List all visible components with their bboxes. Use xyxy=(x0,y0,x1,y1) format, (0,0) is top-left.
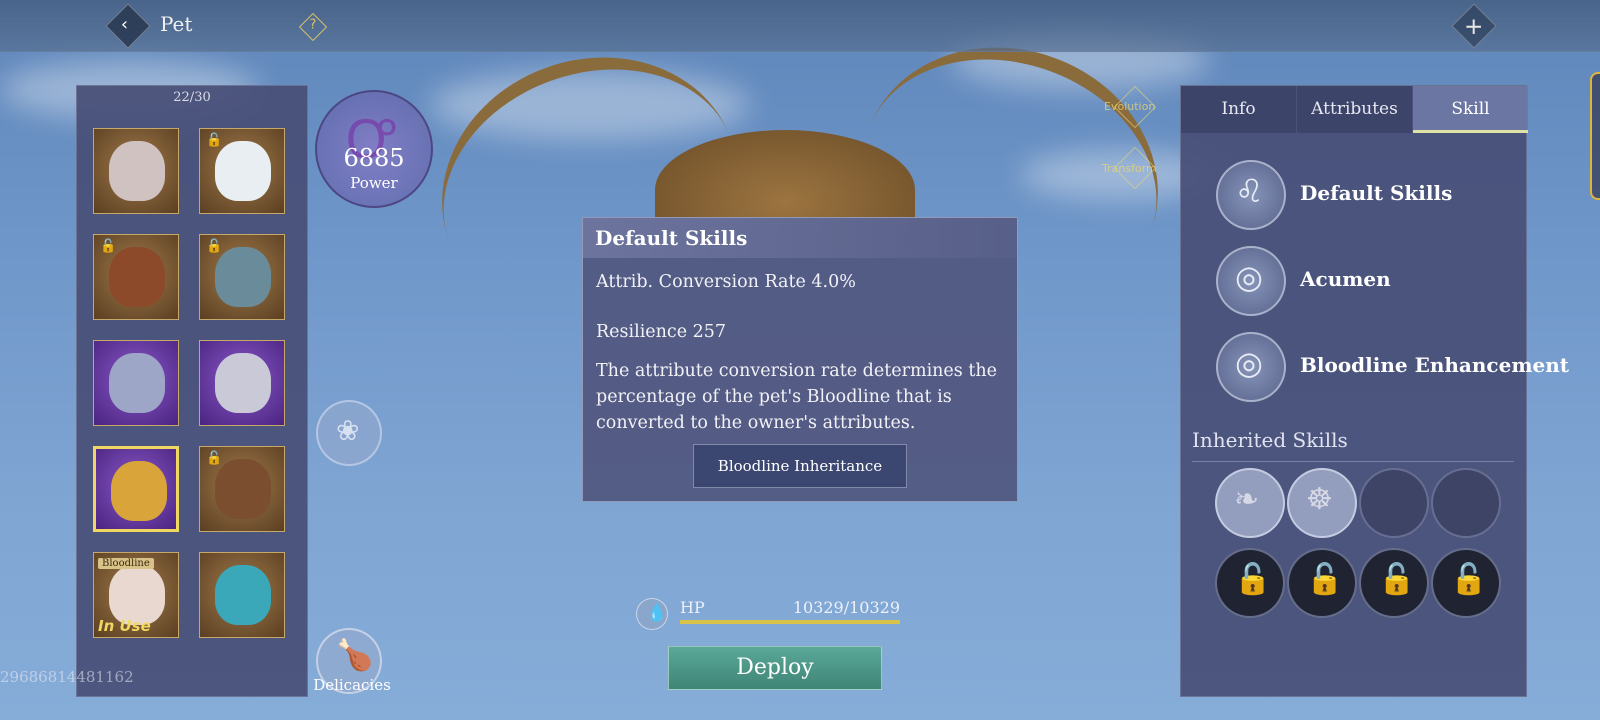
tab-skill[interactable]: Skill xyxy=(1413,86,1528,133)
power-emblem: Ꝍ 6885 Power xyxy=(315,90,433,208)
skill-icon: ♌ xyxy=(1216,160,1286,230)
flower-icon: ❀ xyxy=(336,414,360,447)
resilience: Resilience 257 xyxy=(596,322,727,342)
side-drawer-handle[interactable] xyxy=(1590,72,1600,200)
skill-panel: Info Attributes Skill ♌ Default Skills ◎ Acum… xyxy=(1180,85,1569,697)
inherited-skill-icon: ❧ xyxy=(1234,482,1260,517)
close-button[interactable]: ✕ xyxy=(1451,3,1497,49)
back-icon: ‹ xyxy=(120,14,129,36)
skill-row[interactable]: ◎ Bloodline Enhancement xyxy=(1216,332,1569,404)
skill-row[interactable]: ◎ Acumen xyxy=(1216,246,1526,318)
skill-icon: ◎ xyxy=(1216,332,1286,402)
lock-icon: 🔓 xyxy=(100,239,117,254)
pet-portrait xyxy=(215,353,271,413)
food-icon: 🍗 xyxy=(336,638,374,673)
pet-portrait xyxy=(215,459,271,519)
inherited-skill-slot[interactable] xyxy=(1359,468,1429,538)
pet-portrait xyxy=(215,141,271,201)
in-use-tag: In Use xyxy=(98,617,151,635)
lock-icon: 🔓 xyxy=(1450,562,1488,597)
skill-glyph-icon: ◎ xyxy=(1235,344,1263,382)
user-id: 29686814481162 xyxy=(0,668,134,686)
inherited-skills-title: Inherited Skills xyxy=(1192,428,1348,452)
pet-slot[interactable] xyxy=(93,340,179,426)
pet-slot[interactable]: 🔓 xyxy=(199,446,285,532)
power-label: Power xyxy=(350,174,398,192)
skill-glyph-icon: ◎ xyxy=(1235,258,1263,296)
spirit-orb-button[interactable]: ❀ xyxy=(316,400,382,466)
pet-slot[interactable] xyxy=(93,446,179,532)
skill-tooltip: Default Skills Attrib. Conversion Rate 4… xyxy=(582,217,1018,502)
pet-portrait xyxy=(109,141,165,201)
inherited-skill-slot[interactable] xyxy=(1431,468,1501,538)
pet-slot[interactable] xyxy=(199,552,285,638)
hp-bar xyxy=(680,620,900,624)
skill-glyph-icon: ♌ xyxy=(1235,172,1264,210)
pet-slot[interactable]: 🔓 xyxy=(93,234,179,320)
inherited-skill-slot[interactable]: 🔓 xyxy=(1215,548,1285,618)
divider xyxy=(1192,461,1514,462)
tab-attributes[interactable]: Attributes xyxy=(1297,86,1412,133)
hp-bar-fill xyxy=(680,620,900,624)
skill-row[interactable]: ♌ Default Skills xyxy=(1216,160,1526,232)
tooltip-description: The attribute conversion rate determines… xyxy=(596,361,997,433)
inherited-skill-slot[interactable]: 🔓 xyxy=(1431,548,1501,618)
pet-slot[interactable] xyxy=(199,340,285,426)
pet-portrait xyxy=(215,247,271,307)
inherited-skill-slot[interactable]: ❧ xyxy=(1215,468,1285,538)
skill-name: Acumen xyxy=(1300,267,1391,291)
tab-info[interactable]: Info xyxy=(1181,86,1296,133)
bloodline-inheritance-button[interactable]: Bloodline Inheritance xyxy=(693,444,907,488)
transform-label: Transform xyxy=(1102,162,1157,175)
pet-slot[interactable]: 🔓 xyxy=(199,234,285,320)
lock-icon: 🔓 xyxy=(1306,562,1344,597)
hp-icon: 💧 xyxy=(636,598,668,630)
tooltip-header: Default Skills xyxy=(583,218,1017,258)
pet-portrait xyxy=(215,565,271,625)
pet-count: 22/30 xyxy=(173,90,211,105)
hp-value: 10329/10329 xyxy=(792,598,900,617)
pet-portrait xyxy=(109,353,165,413)
skill-icon: ◎ xyxy=(1216,246,1286,316)
skill-name: Bloodline Enhancement xyxy=(1300,353,1569,377)
tooltip-title: Default Skills xyxy=(595,226,748,250)
skill-name: Default Skills xyxy=(1300,181,1453,205)
inherited-skill-slot[interactable]: ☸ xyxy=(1287,468,1357,538)
pet-portrait xyxy=(109,247,165,307)
conversion-rate: Attrib. Conversion Rate 4.0% xyxy=(596,272,856,292)
lock-icon: 🔓 xyxy=(206,451,223,466)
inherited-skill-slot[interactable]: 🔓 xyxy=(1287,548,1357,618)
pet-slot[interactable]: 🔓 xyxy=(199,128,285,214)
lock-icon: 🔓 xyxy=(1234,562,1272,597)
lock-icon: 🔓 xyxy=(206,133,223,148)
hp-label: HP xyxy=(680,598,705,617)
evolution-label: Evolution xyxy=(1104,100,1156,113)
deploy-button[interactable]: Deploy xyxy=(668,646,882,690)
delicacies-label: Delicacies xyxy=(313,676,391,694)
inherited-skill-icon: ☸ xyxy=(1306,482,1333,517)
help-icon: ? xyxy=(309,17,317,33)
help-button[interactable]: ? xyxy=(298,12,328,42)
pet-portrait xyxy=(111,461,167,521)
pet-slot[interactable] xyxy=(93,128,179,214)
pet-portrait xyxy=(109,565,165,625)
back-button[interactable]: ‹ xyxy=(105,3,151,49)
droplet-icon: 💧 xyxy=(646,603,668,623)
close-icon: ✕ xyxy=(1459,12,1488,42)
pet-list-panel: 22/30 🔓 🔓 🔓 🔓 Bloodline In Use xyxy=(76,85,308,697)
top-bar: ‹ Pet ? ✕ xyxy=(0,0,1600,52)
lock-icon: 🔓 xyxy=(1378,562,1416,597)
power-value: 6885 xyxy=(343,144,405,172)
page-title: Pet xyxy=(160,12,193,36)
inherited-skill-slot[interactable]: 🔓 xyxy=(1359,548,1429,618)
pet-slot[interactable]: Bloodline In Use xyxy=(93,552,179,638)
lock-icon: 🔓 xyxy=(206,239,223,254)
bloodline-tag: Bloodline xyxy=(98,558,154,569)
